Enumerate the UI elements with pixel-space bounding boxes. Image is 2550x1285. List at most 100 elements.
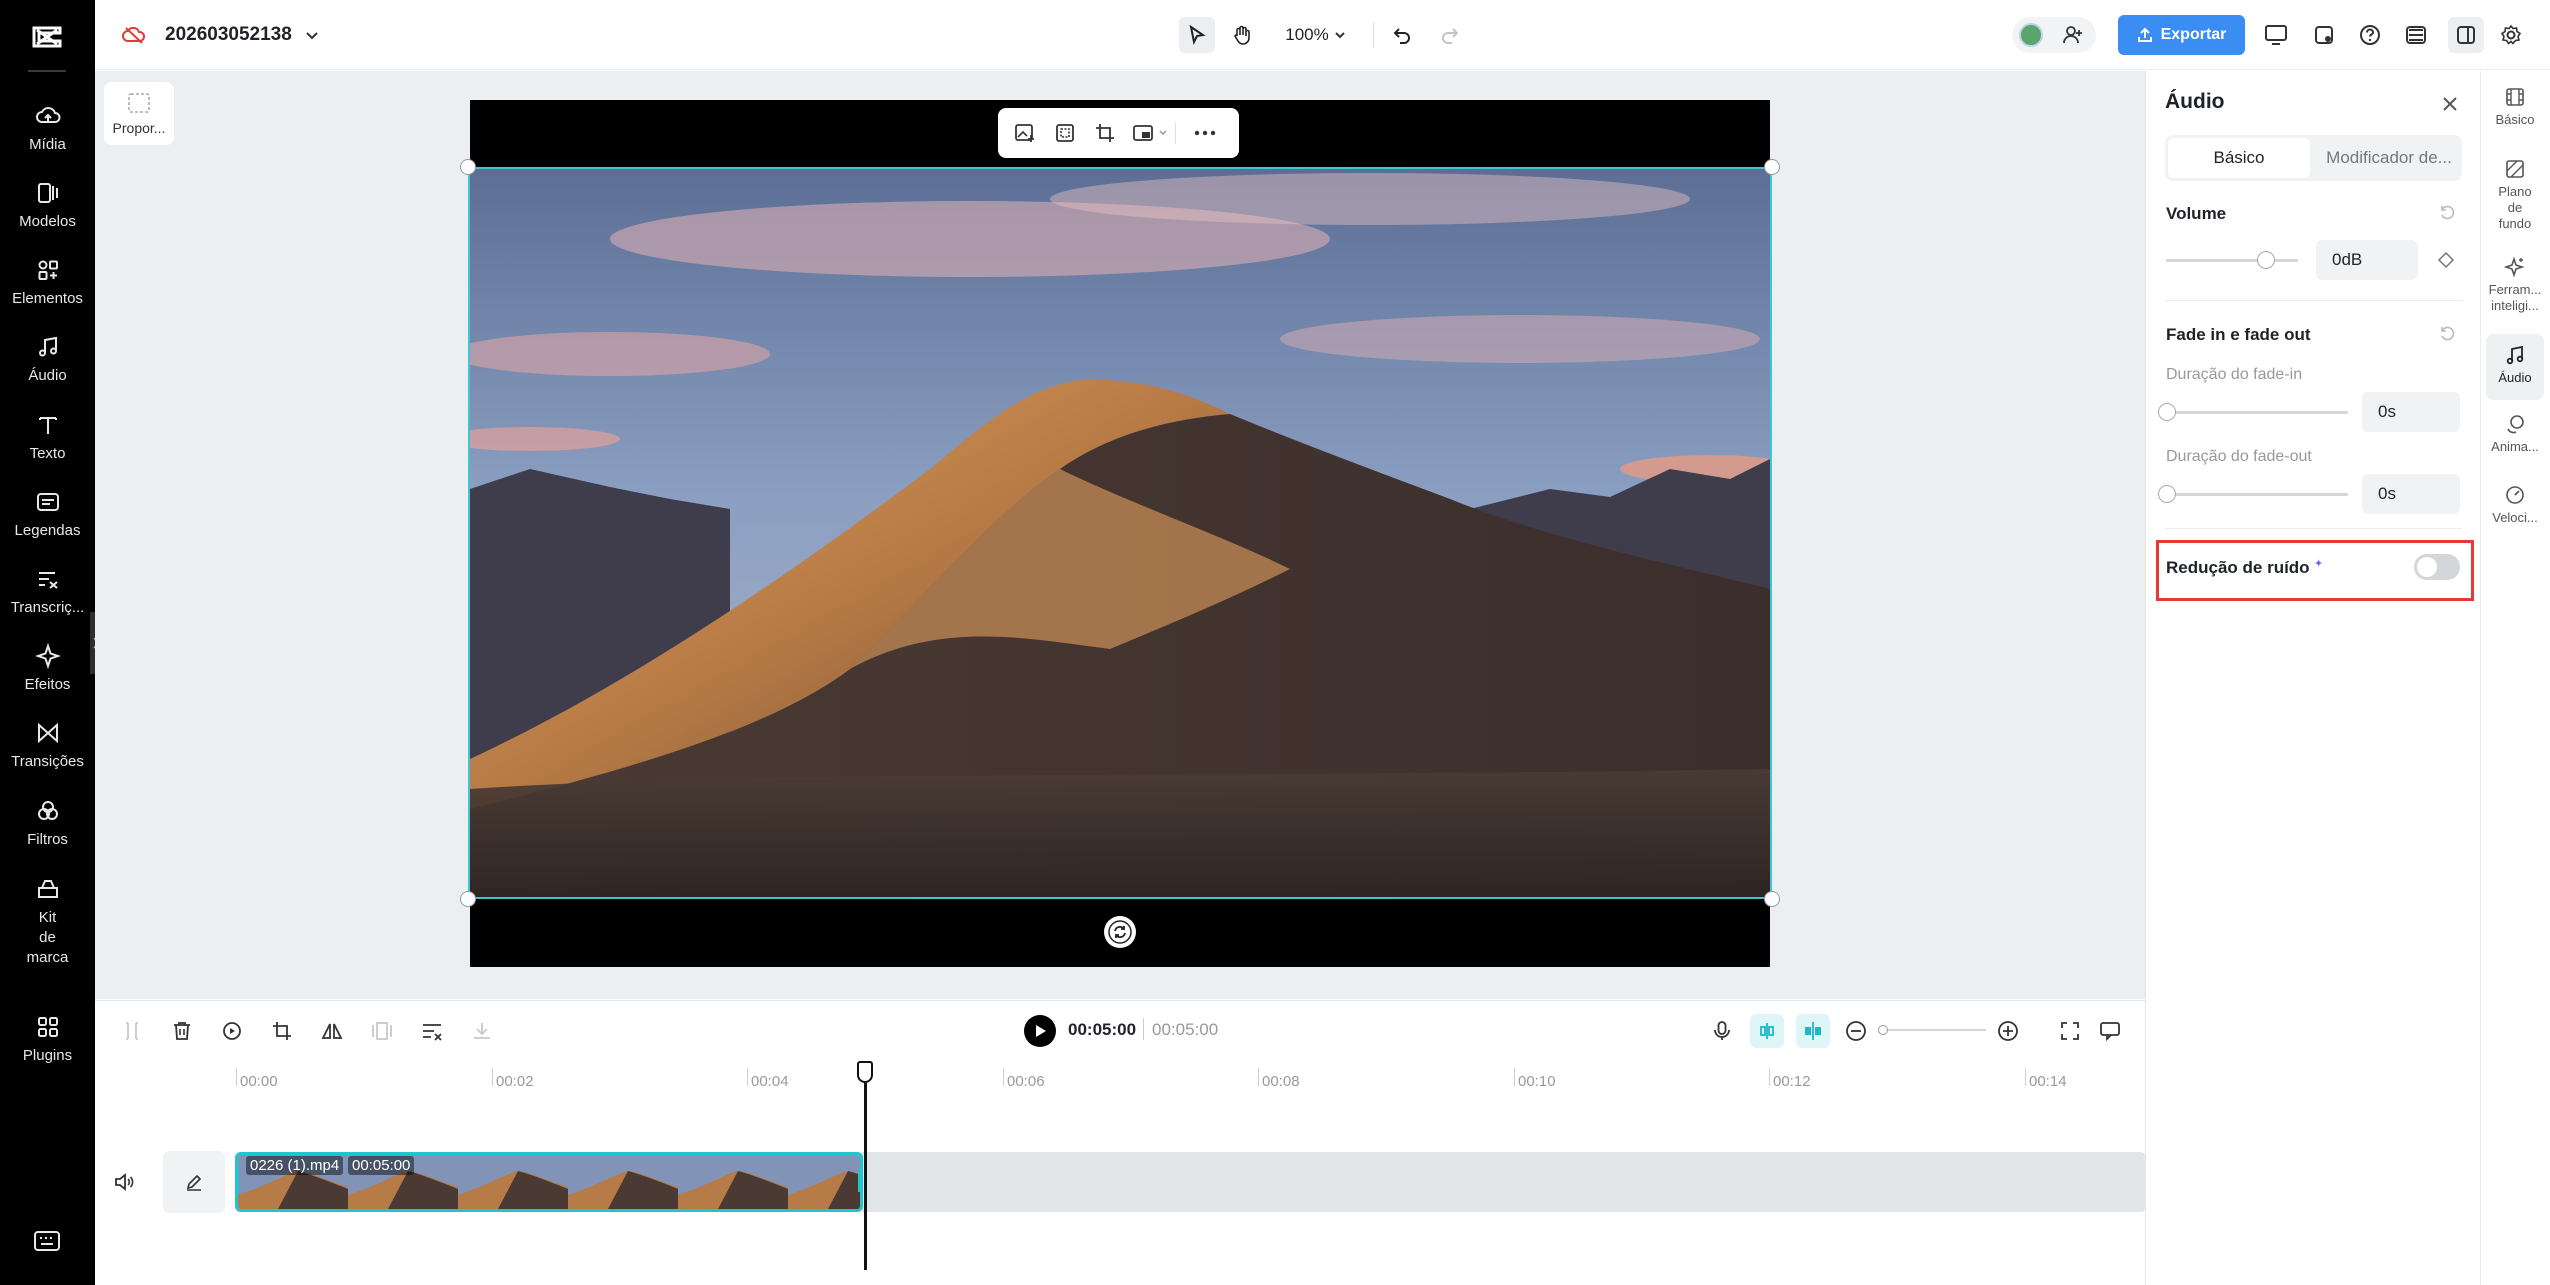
timeline-zoom-knob[interactable] [1878,1025,1888,1035]
sidebar-item-audio[interactable]: Áudio [0,334,95,386]
settings-gear-icon[interactable] [2500,24,2522,46]
sidebar-item-text[interactable]: Texto [0,412,95,464]
avatar[interactable] [2019,23,2043,47]
volume-slider[interactable] [2166,259,2298,262]
ruler-tick [747,1068,748,1086]
fade-out-slider-knob[interactable] [2158,485,2176,503]
picture-in-picture-icon[interactable] [1132,122,1154,144]
video-preview[interactable] [468,167,1772,899]
magnet-snap-button[interactable] [1750,1014,1784,1048]
reset-icon[interactable] [2437,202,2457,222]
zoom-out-icon[interactable] [1844,1019,1868,1043]
clip-thumbnail [568,1155,678,1209]
reset-icon[interactable] [2437,323,2457,343]
sidebar-item-transitions[interactable]: Transições [0,720,95,772]
chevron-down-icon[interactable] [304,27,320,43]
track-mute-icon[interactable] [112,1170,136,1194]
sidebar-item-elements[interactable]: Elementos [0,257,95,309]
zoom-dropdown[interactable]: 100% [1276,17,1356,53]
remove-background-icon[interactable] [420,1019,444,1043]
playhead-handle[interactable] [857,1061,873,1083]
strip-tab-label: Plano de fundo [2498,184,2531,232]
keyframe-icon[interactable] [2437,251,2455,269]
linkage-button[interactable] [1796,1014,1830,1048]
fade-out-value-input[interactable]: 0s [2362,474,2460,514]
play-button[interactable] [1024,1015,1056,1047]
aspect-ratio-button[interactable]: Propor... [104,82,174,145]
media-library-icon[interactable] [2313,24,2335,46]
resize-handle-bottom-left[interactable] [460,891,476,907]
resize-handle-bottom-right[interactable] [1764,891,1780,907]
present-icon[interactable] [2264,24,2288,46]
chevron-down-icon[interactable] [1158,128,1168,138]
add-user-icon[interactable] [2062,24,2084,46]
resize-handle-top-left[interactable] [460,159,476,175]
strip-tab-ai-tools[interactable]: Ferram... inteligi... [2480,256,2550,314]
toggle-panel-button[interactable] [2448,17,2484,53]
select-tool-button[interactable] [1179,17,1215,53]
fade-out-slider[interactable] [2166,493,2348,496]
track-cover-edit-button[interactable] [163,1151,225,1213]
strip-tab-background[interactable]: Plano de fundo [2480,158,2550,232]
close-icon[interactable] [2438,92,2462,116]
sidebar-item-brand-kit[interactable]: Kit de marca [0,876,95,968]
replace-image-icon[interactable] [1014,122,1036,144]
strip-tab-speed[interactable]: Veloci... [2480,484,2550,526]
fit-icon[interactable] [1054,122,1076,144]
fit-timeline-icon[interactable] [2058,1019,2082,1043]
mirror-icon[interactable] [320,1019,344,1043]
more-options-icon[interactable] [1194,130,1216,136]
strip-tab-audio[interactable]: Áudio [2480,344,2550,386]
hand-tool-button[interactable] [1224,17,1260,53]
help-icon[interactable] [2359,24,2381,46]
sidebar-item-plugins[interactable]: Plugins [0,1014,95,1066]
fade-in-slider-knob[interactable] [2158,403,2176,421]
pencil-icon [184,1172,204,1192]
sidebar-item-filters[interactable]: Filtros [0,798,95,850]
zoom-in-icon[interactable] [1996,1019,2020,1043]
resize-handle-top-right[interactable] [1764,159,1780,175]
undo-button[interactable] [1384,17,1420,53]
sidebar-item-effects[interactable]: Efeitos [0,643,95,695]
strip-tab-basic[interactable]: Básico [2480,86,2550,128]
crop-icon[interactable] [270,1019,294,1043]
freeze-frame-icon[interactable] [370,1019,394,1043]
transcript-icon [35,566,61,592]
clip-trim-handle-left[interactable] [236,1170,239,1192]
toggle-knob [2417,557,2437,577]
delete-icon[interactable] [170,1019,194,1043]
redo-button[interactable] [1432,17,1468,53]
strip-tab-animation[interactable]: Anima... [2480,413,2550,455]
tab-voice-modifier[interactable]: Modificador de... [2318,138,2460,178]
clip-trim-handle-right[interactable] [858,1170,861,1192]
cloud-sync-off-icon[interactable] [122,24,146,46]
project-name[interactable]: 202603052138 [165,24,292,46]
sidebar-item-captions[interactable]: Legendas [0,489,95,541]
sidebar-item-transcript[interactable]: Transcriç... [0,566,95,618]
sidebar-item-templates[interactable]: Modelos [0,180,95,232]
tab-basic[interactable]: Básico [2168,138,2310,178]
playhead[interactable] [864,1070,867,1270]
fade-in-value-input[interactable]: 0s [2362,392,2460,432]
auto-snap-icon [1756,1020,1778,1042]
fade-in-slider[interactable] [2166,411,2348,414]
sidebar-item-label: Transições [11,752,84,772]
layers-icon[interactable] [2405,24,2427,46]
volume-value-input[interactable]: 0dB [2316,240,2418,280]
download-icon[interactable] [470,1019,494,1043]
comment-icon[interactable] [2098,1019,2122,1043]
capcut-logo-icon[interactable] [28,18,66,56]
split-icon[interactable] [120,1019,144,1043]
crop-icon[interactable] [1094,122,1116,144]
audio-properties-panel [2145,71,2480,1285]
loop-play-icon[interactable] [220,1019,244,1043]
rotate-button[interactable] [1104,916,1136,948]
sidebar-item-media[interactable]: Mídia [0,103,95,155]
microphone-icon[interactable] [1710,1019,1734,1043]
noise-reduction-toggle[interactable] [2414,554,2460,580]
strip-tab-label: Básico [2495,112,2534,128]
keyboard-icon[interactable] [33,1230,61,1252]
effects-icon [35,643,61,669]
timeline-zoom-slider[interactable] [1882,1029,1986,1031]
export-button[interactable]: Exportar [2118,15,2245,55]
